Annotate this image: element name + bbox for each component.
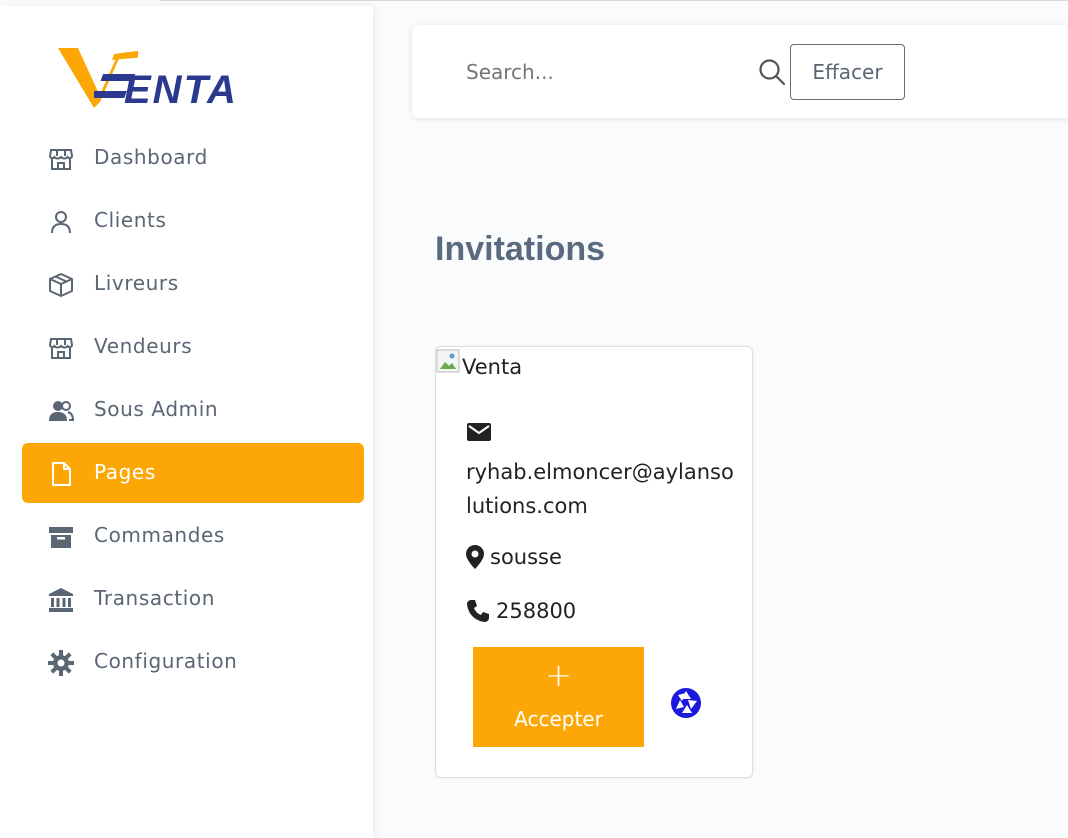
phone-text: 258800 <box>496 599 577 623</box>
sidebar-item-configuration[interactable]: Configuration <box>22 632 364 692</box>
sidebar-item-label: Dashboard <box>94 145 208 169</box>
sidebar-item-label: Vendeurs <box>94 334 193 358</box>
clear-button[interactable]: Effacer <box>790 44 905 100</box>
gear-icon <box>47 649 75 677</box>
sidebar-item-label: Commandes <box>94 523 225 547</box>
user-icon <box>47 208 75 236</box>
sidebar-item-commandes[interactable]: Commandes <box>22 506 364 566</box>
logo-text: ENTA <box>124 68 238 112</box>
store-icon <box>47 145 75 173</box>
sidebar-item-pages[interactable]: Pages <box>22 443 364 503</box>
sidebar: ENTA Dashboard Clients Livreurs Vendeurs… <box>0 6 373 838</box>
aperture-icon[interactable] <box>670 687 702 719</box>
envelope-icon <box>467 423 491 441</box>
sidebar-item-transaction[interactable]: Transaction <box>22 569 364 629</box>
invitation-card: Venta ryhab.elmoncer@aylansolutions.com … <box>435 346 753 778</box>
store-icon <box>47 334 75 362</box>
sidebar-item-label: Sous Admin <box>94 397 219 421</box>
accept-button[interactable]: + Accepter <box>473 647 644 747</box>
top-border <box>160 0 1068 1</box>
sidebar-item-label: Clients <box>94 208 167 232</box>
sidebar-item-label: Transaction <box>94 586 216 610</box>
broken-image-icon <box>436 349 460 373</box>
phone-row: 258800 <box>466 599 576 623</box>
page-title: Invitations <box>435 230 606 268</box>
accept-label: Accepter <box>514 707 603 731</box>
sidebar-item-vendeurs[interactable]: Vendeurs <box>22 317 364 377</box>
file-icon <box>47 460 75 488</box>
sidebar-item-label: Livreurs <box>94 271 179 295</box>
sidebar-item-sous-admin[interactable]: Sous Admin <box>22 380 364 440</box>
image-alt-text: Venta <box>462 355 523 379</box>
users-icon <box>47 397 75 425</box>
map-pin-icon <box>466 545 484 569</box>
archive-icon <box>47 523 75 551</box>
location-row: sousse <box>466 545 562 569</box>
sidebar-item-clients[interactable]: Clients <box>22 191 364 251</box>
phone-icon <box>467 600 489 622</box>
broken-image: Venta <box>436 347 522 383</box>
plus-icon: + <box>545 656 572 694</box>
bank-icon <box>47 586 75 614</box>
sidebar-item-label: Pages <box>94 460 156 484</box>
search-input[interactable] <box>452 49 752 95</box>
sidebar-item-livreurs[interactable]: Livreurs <box>22 254 364 314</box>
sidebar-item-label: Configuration <box>94 649 238 673</box>
venta-logo[interactable]: ENTA <box>58 44 268 114</box>
top-bar: Effacer <box>412 25 1068 118</box>
box-icon <box>47 271 75 299</box>
sidebar-item-dashboard[interactable]: Dashboard <box>22 128 364 188</box>
search-icon[interactable] <box>758 58 786 86</box>
location-text: sousse <box>490 545 562 569</box>
invitation-email: ryhab.elmoncer@aylansolutions.com <box>466 460 734 518</box>
